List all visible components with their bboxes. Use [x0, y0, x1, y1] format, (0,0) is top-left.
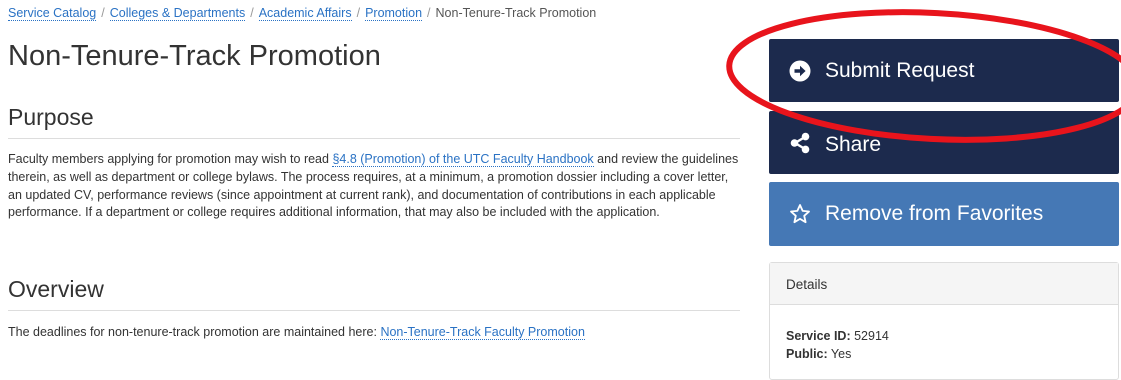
submit-request-label: Submit Request [825, 58, 975, 82]
public-value: Yes [830, 346, 852, 361]
breadcrumb-separator: / [250, 6, 254, 20]
details-panel: Details Service ID: 52914 Public: Yes [769, 262, 1119, 380]
overview-heading: Overview [8, 276, 740, 311]
purpose-text-intro: Faculty members applying for promotion m… [8, 152, 333, 166]
breadcrumb-link-colleges-departments[interactable]: Colleges & Departments [109, 6, 246, 21]
remove-from-favorites-button[interactable]: Remove from Favorites [769, 182, 1119, 246]
breadcrumb-link-academic-affairs[interactable]: Academic Affairs [258, 6, 352, 21]
submit-request-button[interactable]: Submit Request [769, 39, 1119, 102]
details-body: Service ID: 52914 Public: Yes [770, 305, 1118, 363]
share-icon [789, 132, 811, 154]
faculty-promotion-link[interactable]: Non-Tenure-Track Faculty Promotion [380, 325, 585, 340]
remove-from-favorites-label: Remove from Favorites [825, 202, 1044, 225]
faculty-handbook-link[interactable]: §4.8 (Promotion) of the UTC Faculty Hand… [332, 152, 594, 167]
breadcrumb-link-promotion[interactable]: Promotion [365, 6, 423, 21]
share-button[interactable]: Share [769, 111, 1119, 174]
purpose-heading: Purpose [8, 104, 740, 139]
breadcrumb: Service Catalog / Colleges & Departments / A… [8, 6, 597, 21]
public-row: Public: Yes [786, 346, 1118, 364]
public-label: Public: [786, 346, 828, 361]
details-heading: Details [770, 263, 1118, 305]
share-label: Share [825, 132, 882, 156]
breadcrumb-current: Non-Tenure-Track Promotion [435, 6, 597, 20]
overview-text-intro: The deadlines for non-tenure-track promo… [8, 325, 381, 339]
breadcrumb-separator: / [356, 6, 361, 20]
page-title: Non-Tenure-Track Promotion [8, 40, 381, 72]
service-id-value: 52914 [854, 329, 889, 343]
breadcrumb-separator: / [101, 6, 105, 20]
service-id-row: Service ID: 52914 [786, 328, 1118, 346]
star-outline-icon [789, 203, 811, 225]
purpose-text: Faculty members applying for promotion m… [8, 151, 740, 222]
service-id-label: Service ID: [786, 329, 851, 343]
breadcrumb-link-service-catalog[interactable]: Service Catalog [8, 6, 97, 21]
circle-arrow-right-icon [789, 60, 811, 82]
breadcrumb-separator: / [427, 6, 431, 20]
overview-text: The deadlines for non-tenure-track promo… [8, 324, 740, 342]
